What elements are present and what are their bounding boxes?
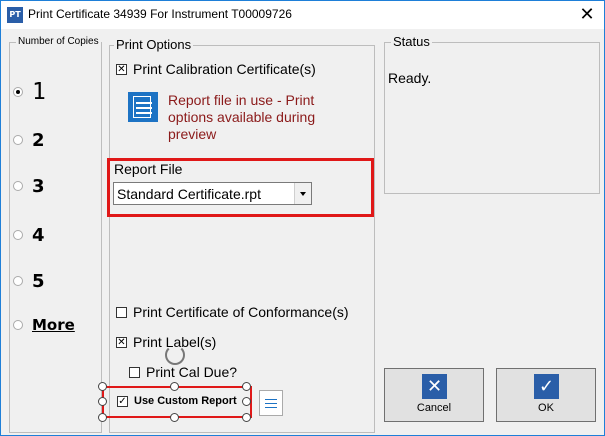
- copies-radio-more[interactable]: More: [13, 312, 75, 338]
- report-file-value: Standard Certificate.rpt: [117, 186, 261, 202]
- resize-handle[interactable]: [170, 382, 179, 391]
- use-custom-report-checkbox[interactable]: ✓ Use Custom Report: [117, 395, 237, 407]
- close-icon: ✕: [422, 374, 447, 399]
- resize-handle[interactable]: [98, 397, 107, 406]
- checkbox-checked-icon[interactable]: ✓: [117, 395, 128, 407]
- radio-label: 4: [32, 224, 45, 246]
- checkbox-label: Use Custom Report: [134, 395, 237, 407]
- radio-icon[interactable]: [13, 87, 23, 97]
- print-options-label: Print Options: [114, 37, 194, 52]
- print-conformance-checkbox[interactable]: Print Certificate of Conformance(s): [116, 304, 349, 320]
- resize-handle[interactable]: [170, 413, 179, 422]
- resize-handle[interactable]: [242, 413, 251, 422]
- radio-label: 5: [32, 270, 45, 292]
- radio-label: 3: [32, 175, 45, 197]
- copies-radio-1[interactable]: 1: [13, 79, 46, 105]
- radio-icon[interactable]: [13, 230, 23, 240]
- radio-icon[interactable]: [13, 276, 23, 286]
- checkbox-label: Print Certificate of Conformance(s): [133, 304, 349, 320]
- print-certificate-dialog: PT Print Certificate 34939 For Instrumen…: [0, 0, 605, 436]
- print-calibration-certificate-checkbox[interactable]: ✕ Print Calibration Certificate(s): [116, 61, 316, 77]
- radio-icon[interactable]: [13, 135, 23, 145]
- report-file-dropdown[interactable]: Standard Certificate.rpt: [113, 182, 312, 205]
- cancel-button[interactable]: ✕ Cancel: [384, 368, 484, 422]
- print-labels-checkbox[interactable]: ✕ Print Label(s): [116, 334, 216, 350]
- close-icon[interactable]: ✕: [573, 4, 601, 26]
- report-file-label: Report File: [114, 161, 183, 177]
- copies-radio-5[interactable]: 5: [13, 268, 45, 294]
- resize-handle[interactable]: [98, 413, 107, 422]
- radio-label: 2: [32, 129, 45, 151]
- checkbox-checked-icon[interactable]: ✕: [116, 63, 127, 75]
- copies-radio-2[interactable]: 2: [13, 127, 45, 153]
- app-icon: PT: [7, 7, 23, 23]
- window-title: Print Certificate 34939 For Instrument T…: [28, 7, 292, 21]
- radio-label: More: [32, 316, 75, 334]
- status-label: Status: [391, 34, 432, 49]
- checkbox-checked-icon[interactable]: ✕: [116, 336, 127, 348]
- checkbox-label: Print Calibration Certificate(s): [133, 61, 316, 77]
- cancel-label: Cancel: [416, 402, 452, 414]
- resize-handle[interactable]: [242, 382, 251, 391]
- checkbox-label: Print Cal Due?: [146, 364, 238, 380]
- checkbox-unchecked-icon[interactable]: [116, 306, 127, 318]
- status-text: Ready.: [388, 70, 432, 86]
- resize-handle[interactable]: [242, 397, 251, 406]
- rotate-handle-icon[interactable]: [165, 345, 185, 365]
- copies-radio-4[interactable]: 4: [13, 222, 45, 248]
- check-icon: ✓: [534, 374, 559, 399]
- report-in-use-message: Report file in use - Print options avail…: [168, 92, 316, 142]
- print-cal-due-checkbox[interactable]: Print Cal Due?: [129, 364, 237, 380]
- radio-icon[interactable]: [13, 320, 23, 330]
- copies-label: Number of Copies: [16, 36, 101, 47]
- chevron-down-icon[interactable]: [294, 183, 311, 204]
- status-group: Status: [384, 34, 600, 194]
- ok-label: OK: [538, 402, 554, 414]
- copies-radio-3[interactable]: 3: [13, 173, 45, 199]
- report-settings-button[interactable]: [259, 390, 283, 416]
- title-bar: PT Print Certificate 34939 For Instrumen…: [1, 1, 604, 29]
- radio-icon[interactable]: [13, 181, 23, 191]
- ok-button[interactable]: ✓ OK: [496, 368, 596, 422]
- radio-label: 1: [32, 79, 46, 105]
- resize-handle[interactable]: [98, 382, 107, 391]
- report-documents-icon: [128, 92, 158, 122]
- checkbox-unchecked-icon[interactable]: [129, 366, 140, 378]
